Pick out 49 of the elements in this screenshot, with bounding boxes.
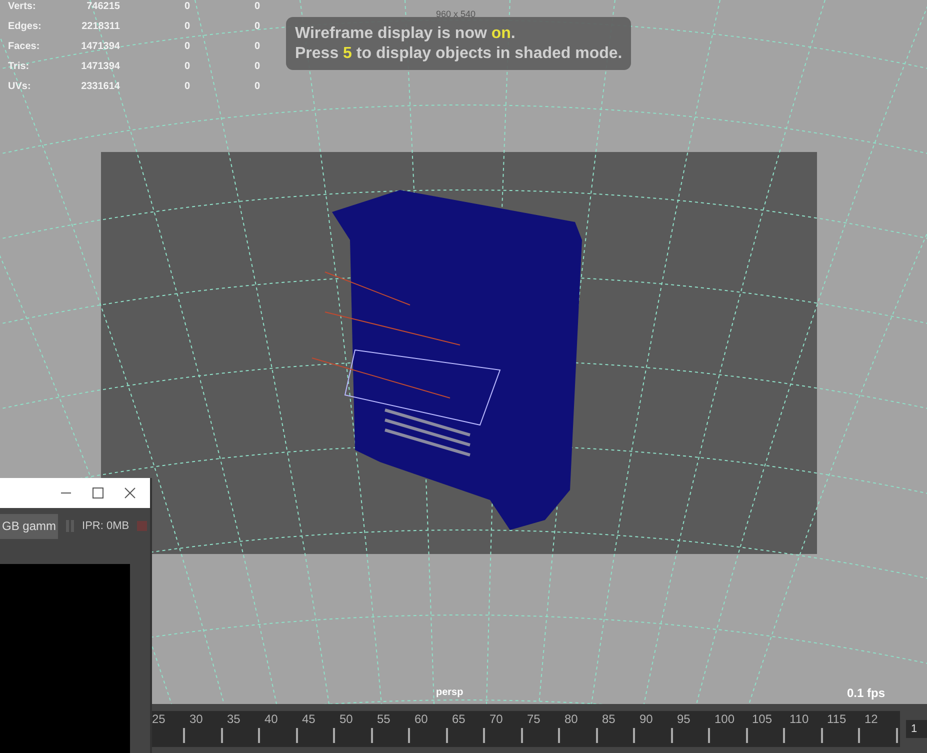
frame-number: 110 <box>790 710 809 726</box>
frame-number: 100 <box>714 710 735 726</box>
stat-value: 0 <box>183 60 191 74</box>
fps-label: 0.1 fps <box>846 686 885 700</box>
stat-value: 1471394 <box>80 60 121 74</box>
stat-value: 0 <box>183 20 191 34</box>
stat-value: 0 <box>253 40 261 54</box>
stat-value: 0 <box>253 0 261 14</box>
color-space-button[interactable]: GB gamm <box>0 514 58 538</box>
close-icon[interactable] <box>124 487 136 499</box>
stat-label: UVs: <box>8 80 32 94</box>
resolution-label: 960 x 540 <box>436 9 476 19</box>
stat-value: 2218311 <box>80 20 121 34</box>
frame-number: 55 <box>377 710 390 726</box>
frame-number: 60 <box>414 710 428 726</box>
frame-number: 40 <box>264 710 278 726</box>
stat-label: Edges: <box>8 20 42 34</box>
ipr-memory-label: IPR: 0MB <box>82 520 130 532</box>
frame-number: 30 <box>190 710 203 726</box>
stat-value: 0 <box>183 0 191 14</box>
frame-number: 35 <box>227 710 240 726</box>
frame-number: 80 <box>564 710 578 726</box>
frame-number: 115 <box>827 710 846 726</box>
frame-number: 85 <box>602 710 616 726</box>
frame-number: 25 <box>152 710 166 726</box>
frame-number: 12 <box>864 710 878 726</box>
stat-value: 746215 <box>86 0 121 14</box>
frame-field[interactable]: 1 <box>906 720 927 738</box>
frame-number: 65 <box>452 710 466 726</box>
frame-number: 70 <box>490 710 503 726</box>
frame-number: 105 <box>752 710 772 726</box>
camera-label: persp <box>436 687 464 698</box>
frame-number: 75 <box>527 710 540 726</box>
message-text: Press 5 to display objects in shaded mode. <box>295 44 622 64</box>
stat-value: 0 <box>183 80 191 94</box>
stat-value: 0 <box>253 80 261 94</box>
stat-value: 0 <box>253 60 261 74</box>
frame-number: 95 <box>677 710 690 726</box>
stat-label: Faces: <box>8 40 41 54</box>
frame-number: 90 <box>640 710 653 726</box>
stat-value: 2331614 <box>80 80 121 94</box>
message-text: Wireframe display is now on. <box>295 24 516 44</box>
stat-label: Verts: <box>8 0 37 14</box>
maximize-icon[interactable] <box>92 487 104 499</box>
stat-value: 0 <box>253 20 261 34</box>
frame-number: 50 <box>340 710 353 726</box>
frame-number: 45 <box>302 710 316 726</box>
stat-value: 0 <box>183 40 191 54</box>
stat-value: 1471394 <box>80 40 121 54</box>
